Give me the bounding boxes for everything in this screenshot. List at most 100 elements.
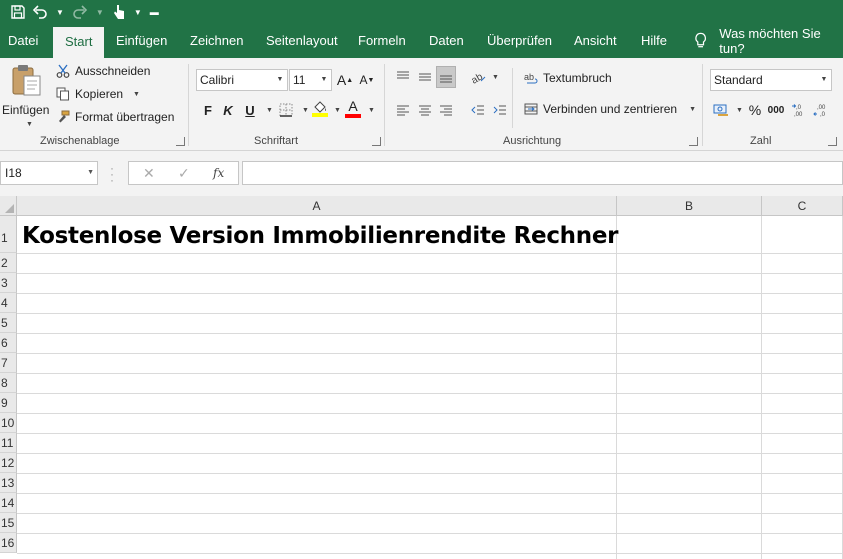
grow-font-icon[interactable]: A ▲ <box>335 69 355 91</box>
orientation-dropdown-icon[interactable]: ▼ <box>492 74 499 81</box>
thousands-separator-button[interactable]: 000 <box>766 99 786 121</box>
borders-icon[interactable] <box>276 99 296 121</box>
row-header[interactable]: 3 <box>0 273 17 293</box>
align-left-icon[interactable] <box>393 99 413 121</box>
font-name-combo[interactable]: Calibri ▼ <box>196 69 288 91</box>
name-box-dropdown-icon[interactable]: ▼ <box>87 162 94 184</box>
format-painter-button[interactable]: Format übertragen <box>56 110 174 124</box>
shrink-font-icon[interactable]: A ▼ <box>357 69 377 91</box>
enter-icon[interactable]: ✓ <box>178 162 190 184</box>
tab-ansicht[interactable]: Ansicht <box>574 24 617 58</box>
row-header[interactable]: 1 <box>0 216 17 253</box>
increase-decimal-icon[interactable]: ,0,00 <box>790 99 810 121</box>
touch-mode-dropdown-icon[interactable]: ▼ <box>134 8 142 17</box>
select-all-button[interactable] <box>0 196 17 216</box>
tell-me-box[interactable]: Was möchten Sie tun? <box>694 24 843 58</box>
alignment-launcher-icon[interactable] <box>689 137 698 146</box>
font-color-dropdown-icon[interactable]: ▼ <box>368 107 375 114</box>
tab-zeichnen[interactable]: Zeichnen <box>190 24 243 58</box>
align-right-icon[interactable] <box>436 99 456 121</box>
paste-button[interactable]: Einfügen ▼ <box>2 63 50 133</box>
touch-mode-icon[interactable] <box>112 0 126 24</box>
save-icon[interactable] <box>10 0 26 24</box>
cell-a1[interactable]: Kostenlose Version Immobilienrendite Rec… <box>22 217 618 253</box>
align-bottom-icon[interactable] <box>436 66 456 88</box>
align-center-icon[interactable] <box>415 99 435 121</box>
group-divider <box>702 64 703 146</box>
tab-formeln[interactable]: Formeln <box>358 24 406 58</box>
number-format-combo[interactable]: Standard ▼ <box>710 69 832 91</box>
insert-function-button[interactable]: fx <box>213 162 224 184</box>
row-header[interactable]: 13 <box>0 473 17 493</box>
formula-bar-resize-handle[interactable]: · · · <box>110 162 114 186</box>
gridline <box>17 253 843 254</box>
row-header[interactable]: 9 <box>0 393 17 413</box>
decrease-indent-icon[interactable] <box>468 99 488 121</box>
orientation-icon[interactable]: ab <box>468 66 488 88</box>
row-header[interactable]: 12 <box>0 453 17 473</box>
row-header[interactable]: 15 <box>0 513 17 533</box>
align-middle-icon[interactable] <box>415 66 435 88</box>
fill-color-dropdown-icon[interactable]: ▼ <box>334 107 341 114</box>
group-divider <box>188 64 189 146</box>
number-launcher-icon[interactable] <box>828 137 837 146</box>
wrap-text-button[interactable]: ab Textumbruch <box>524 71 612 85</box>
copy-dropdown-icon[interactable]: ▼ <box>133 91 140 98</box>
percent-style-button[interactable]: % <box>745 99 765 121</box>
number-format-dropdown-icon[interactable]: ▼ <box>817 70 831 90</box>
tab-ueberpruefen[interactable]: Überprüfen <box>487 24 552 58</box>
row-header[interactable]: 14 <box>0 493 17 513</box>
merge-center-dropdown-icon[interactable]: ▼ <box>689 106 696 113</box>
row-header[interactable]: 16 <box>0 533 17 553</box>
font-launcher-icon[interactable] <box>372 137 381 146</box>
align-top-icon[interactable] <box>393 66 413 88</box>
customize-icon[interactable]: ▬ <box>150 0 159 24</box>
column-header-a[interactable]: A <box>17 196 617 216</box>
tab-einfuegen[interactable]: Einfügen <box>116 24 167 58</box>
paste-dropdown-icon[interactable]: ▼ <box>26 121 33 128</box>
italic-button[interactable]: K <box>218 99 238 121</box>
accounting-dropdown-icon[interactable]: ▼ <box>736 107 743 114</box>
name-box[interactable]: I18 ▼ <box>0 161 98 185</box>
tab-hilfe[interactable]: Hilfe <box>641 24 667 58</box>
decrease-decimal-icon[interactable]: ,00,0 <box>812 99 832 121</box>
column-header-c[interactable]: C <box>762 196 843 216</box>
underline-dropdown-icon[interactable]: ▼ <box>266 107 273 114</box>
formula-input[interactable] <box>242 161 843 185</box>
accounting-format-icon[interactable] <box>711 99 731 121</box>
cut-button[interactable]: Ausschneiden <box>56 64 150 78</box>
font-size-combo[interactable]: 11 ▼ <box>289 69 332 91</box>
clipboard-launcher-icon[interactable] <box>176 137 185 146</box>
tab-seitenlayout[interactable]: Seitenlayout <box>266 24 338 58</box>
borders-dropdown-icon[interactable]: ▼ <box>302 107 309 114</box>
row-header[interactable]: 8 <box>0 373 17 393</box>
row-header[interactable]: 11 <box>0 433 17 453</box>
row-header[interactable]: 6 <box>0 333 17 353</box>
column-header-b[interactable]: B <box>617 196 762 216</box>
font-name-dropdown-icon[interactable]: ▼ <box>273 70 287 90</box>
merge-center-button[interactable]: Verbinden und zentrieren ▼ <box>524 102 696 116</box>
fill-color-icon[interactable] <box>310 98 330 120</box>
bold-button[interactable]: F <box>198 99 218 121</box>
worksheet-grid[interactable]: A B C 1 2 3 4 5 6 7 8 9 10 11 12 13 14 1… <box>0 196 843 559</box>
redo-dropdown-icon[interactable]: ▼ <box>96 8 104 17</box>
formula-buttons: ✕ ✓ fx <box>128 161 239 185</box>
tab-daten[interactable]: Daten <box>429 24 464 58</box>
redo-icon[interactable] <box>72 0 88 24</box>
cancel-icon[interactable]: ✕ <box>143 162 155 184</box>
row-header[interactable]: 7 <box>0 353 17 373</box>
row-header[interactable]: 4 <box>0 293 17 313</box>
underline-button[interactable]: U <box>240 99 260 121</box>
undo-icon[interactable] <box>32 0 48 24</box>
tab-start[interactable]: Start <box>53 27 105 58</box>
increase-indent-icon[interactable] <box>490 99 510 121</box>
row-header[interactable]: 5 <box>0 313 17 333</box>
row-header[interactable]: 10 <box>0 413 17 433</box>
tab-datei[interactable]: Datei <box>8 24 38 58</box>
font-size-dropdown-icon[interactable]: ▼ <box>317 70 331 90</box>
undo-dropdown-icon[interactable]: ▼ <box>56 8 64 17</box>
font-color-icon[interactable]: A <box>343 97 363 119</box>
number-format-value: Standard <box>714 73 763 87</box>
row-header[interactable]: 2 <box>0 253 17 273</box>
copy-button[interactable]: Kopieren ▼ <box>56 87 140 101</box>
